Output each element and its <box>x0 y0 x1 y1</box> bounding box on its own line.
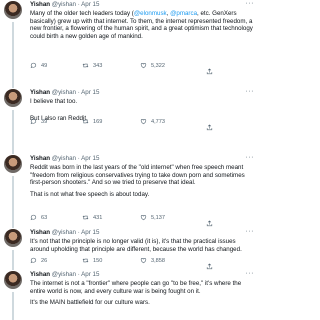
like-count: 5,137 <box>151 214 165 221</box>
retweet-icon <box>82 258 89 263</box>
more-icon[interactable]: ··· <box>246 88 255 96</box>
thread-line <box>12 84 14 88</box>
heart-icon <box>140 119 147 125</box>
reply-count: 39 <box>41 118 48 125</box>
author-handle[interactable]: @yishan <box>52 271 76 278</box>
reply-icon <box>30 62 37 69</box>
author-handle[interactable]: @yishan <box>52 229 76 236</box>
tweet-header: Yishan @yishan · Apr 15 ··· <box>30 0 255 8</box>
avatar[interactable] <box>4 1 22 19</box>
retweet-icon <box>82 63 89 68</box>
retweet-icon <box>82 119 89 124</box>
author-name[interactable]: Yishan <box>30 271 50 278</box>
reply-count: 26 <box>41 257 48 264</box>
tweet[interactable]: Yishan @yishan · Apr 15 ··· Many of the … <box>0 0 260 84</box>
author-name[interactable]: Yishan <box>30 1 50 8</box>
share-button[interactable] <box>206 118 213 136</box>
reply-count: 63 <box>41 214 48 221</box>
heart-icon <box>140 258 147 264</box>
tweet[interactable]: Yishan @yishan · Apr 15 ··· Reddit was b… <box>0 150 260 227</box>
thread-line <box>12 292 14 320</box>
tweet-date[interactable]: Apr 15 <box>81 271 99 278</box>
more-icon[interactable]: ··· <box>246 154 255 162</box>
author-handle[interactable]: @yishan <box>52 155 76 162</box>
tweet-header: Yishan @yishan · Apr 15 ··· <box>30 154 255 162</box>
author-name[interactable]: Yishan <box>30 155 50 162</box>
thread-line <box>12 22 14 84</box>
more-icon[interactable]: ··· <box>246 270 255 278</box>
retweet-count: 343 <box>93 62 103 69</box>
heart-icon <box>140 63 147 69</box>
tweet-header: Yishan @yishan · Apr 15 ··· <box>30 270 255 278</box>
tweet-text: The internet is not a "frontier" where p… <box>30 280 242 307</box>
retweet-button[interactable]: 150 <box>82 257 102 264</box>
like-count: 5,322 <box>151 62 165 69</box>
reply-icon <box>30 257 37 264</box>
reply-count: 49 <box>41 62 48 69</box>
tweet-header: Yishan @yishan · Apr 15 ··· <box>30 88 255 96</box>
more-icon[interactable]: ··· <box>246 0 255 8</box>
tweet-date[interactable]: Apr 15 <box>81 89 99 96</box>
thread-line <box>12 250 14 266</box>
thread-line <box>12 176 14 224</box>
thread-line <box>12 224 14 228</box>
avatar[interactable] <box>4 271 22 289</box>
reply-icon <box>30 118 37 125</box>
like-button[interactable]: 5,322 <box>140 62 165 69</box>
tweet-date[interactable]: Apr 15 <box>81 1 99 8</box>
author-name[interactable]: Yishan <box>30 89 50 96</box>
share-icon <box>206 68 213 75</box>
like-button[interactable]: 4,773 <box>140 118 165 125</box>
heart-icon <box>140 215 147 221</box>
author-handle[interactable]: @yishan <box>52 89 76 96</box>
reply-button[interactable]: 49 <box>30 62 47 69</box>
share-button[interactable] <box>206 62 213 80</box>
tweet[interactable]: Yishan @yishan · Apr 15 ··· I believe th… <box>0 84 260 150</box>
like-button[interactable]: 3,858 <box>140 257 165 264</box>
share-icon <box>206 124 213 131</box>
reply-button[interactable]: 63 <box>30 214 47 221</box>
thread-line <box>12 150 14 154</box>
tweet-header: Yishan @yishan · Apr 15 ··· <box>30 228 255 236</box>
retweet-count: 150 <box>93 257 103 264</box>
tweet[interactable]: Yishan @yishan · Apr 15 ··· It's not tha… <box>0 224 260 270</box>
tweet-text: Reddit was born in the last years of the… <box>30 164 245 198</box>
mention-link[interactable]: @pmarca <box>170 10 197 17</box>
reply-button[interactable]: 26 <box>30 257 47 264</box>
reply-button[interactable]: 39 <box>30 118 47 125</box>
retweet-count: 431 <box>93 214 103 221</box>
thread-line <box>12 266 14 270</box>
tweet-text: It's not that the principle is no longer… <box>30 238 242 253</box>
mention-link[interactable]: @elonmusk <box>134 10 167 17</box>
reply-icon <box>30 214 37 221</box>
thread-line <box>12 110 14 150</box>
retweet-count: 169 <box>93 118 103 125</box>
author-handle[interactable]: @yishan <box>52 1 76 8</box>
tweet-date[interactable]: Apr 15 <box>81 229 99 236</box>
like-count: 4,773 <box>151 118 165 125</box>
retweet-button[interactable]: 431 <box>82 214 102 221</box>
avatar[interactable] <box>4 89 22 107</box>
retweet-button[interactable]: 169 <box>82 118 102 125</box>
like-button[interactable]: 5,137 <box>140 214 165 221</box>
author-name[interactable]: Yishan <box>30 229 50 236</box>
tweet[interactable]: Yishan @yishan · Apr 15 ··· The internet… <box>0 266 260 320</box>
retweet-button[interactable]: 343 <box>82 62 102 69</box>
tweet-date[interactable]: Apr 15 <box>81 155 99 162</box>
like-count: 3,858 <box>151 257 165 264</box>
more-icon[interactable]: ··· <box>246 228 255 236</box>
tweet-text: Many of the older tech leaders today (@e… <box>30 10 253 40</box>
retweet-icon <box>82 215 89 220</box>
avatar[interactable] <box>4 155 22 173</box>
avatar[interactable] <box>4 229 22 247</box>
